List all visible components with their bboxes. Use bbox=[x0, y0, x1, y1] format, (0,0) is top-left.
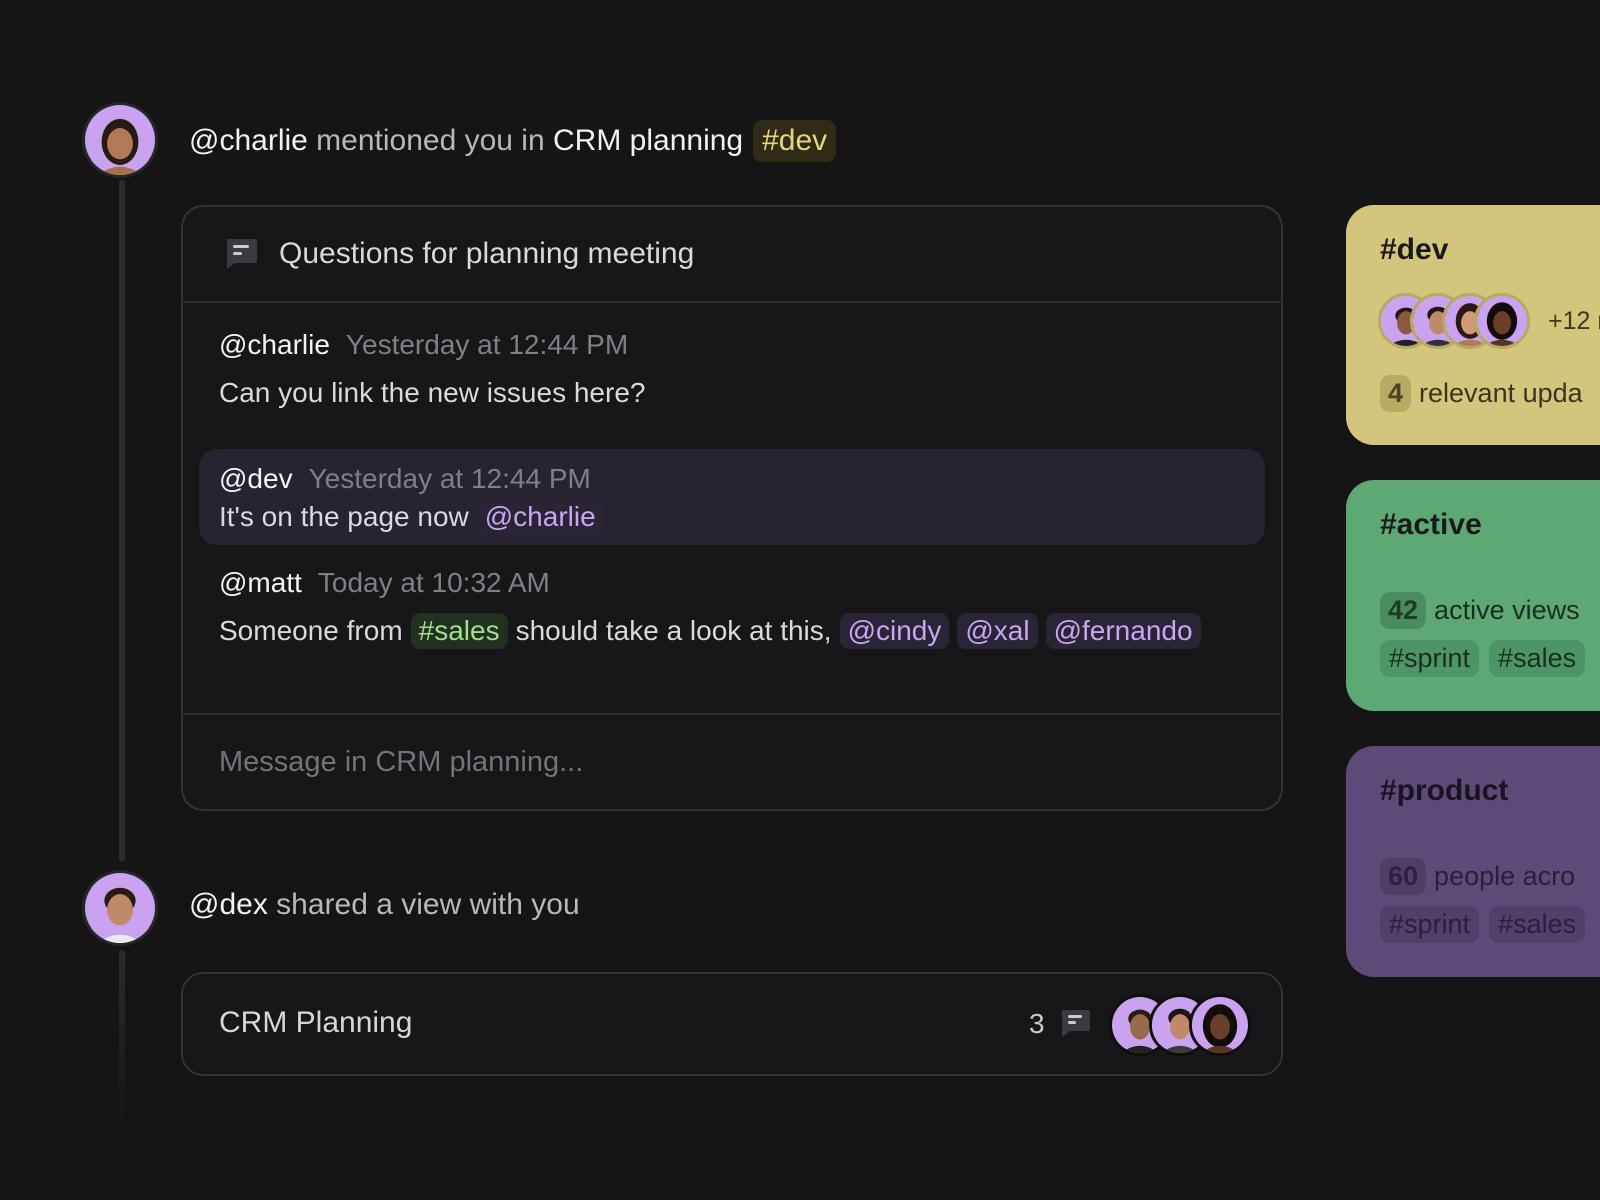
message-body-after: should take a look at this, bbox=[515, 615, 832, 646]
channel-title: #active bbox=[1380, 508, 1482, 541]
channel-title: #dev bbox=[1380, 233, 1449, 266]
message-author[interactable]: @matt bbox=[219, 567, 302, 599]
message-composer[interactable]: Message in CRM planning... bbox=[183, 713, 1281, 809]
tag-sprint[interactable]: #sprint bbox=[1380, 906, 1480, 943]
channel-title: #product bbox=[1380, 774, 1509, 807]
thread-card: Questions for planning meeting @charlie … bbox=[181, 205, 1283, 811]
message-body: It's on the page now bbox=[219, 501, 469, 532]
message-time: Yesterday at 12:44 PM bbox=[308, 463, 591, 494]
count-chip: 42 bbox=[1380, 592, 1427, 629]
message: @matt Today at 10:32 AM Someone from #sa… bbox=[219, 567, 1265, 649]
channel-card-product[interactable]: #product 60 people acro #sprint #sales bbox=[1346, 746, 1600, 977]
message-highlighted: @dev Yesterday at 12:44 PM It's on the p… bbox=[199, 449, 1265, 545]
more-members: +12 r bbox=[1548, 307, 1600, 335]
mention-fernando[interactable]: @fernando bbox=[1045, 613, 1201, 649]
mention-event-text: @charlie mentioned you in CRM planning #d… bbox=[189, 120, 837, 162]
channel-card-dev[interactable]: #dev +12 r 4 relevant upda bbox=[1346, 205, 1600, 445]
tag-dev[interactable]: #dev bbox=[753, 120, 837, 162]
timeline-line bbox=[119, 180, 125, 862]
message-time: Yesterday at 12:44 PM bbox=[345, 329, 629, 360]
tag-sales[interactable]: #sales bbox=[1489, 640, 1586, 677]
tag-sales[interactable]: #sales bbox=[1489, 906, 1586, 943]
tag-sales[interactable]: #sales bbox=[410, 613, 508, 649]
message-body-before: Someone from bbox=[219, 615, 403, 646]
count-chip: 4 bbox=[1380, 375, 1412, 412]
message-body: Can you link the new issues here? bbox=[219, 377, 646, 408]
timeline-line bbox=[119, 950, 125, 1130]
message-author[interactable]: @charlie bbox=[219, 329, 330, 361]
mention-charlie[interactable]: @charlie bbox=[476, 499, 604, 535]
message-author[interactable]: @dev bbox=[219, 463, 293, 495]
channel-card-active[interactable]: #active 42 active views #sprint #sales bbox=[1346, 480, 1600, 711]
comment-icon bbox=[1062, 1010, 1090, 1037]
composer-placeholder: Message in CRM planning... bbox=[219, 745, 584, 778]
thread-icon bbox=[227, 239, 257, 269]
shared-view-card[interactable]: CRM Planning 3 bbox=[181, 972, 1283, 1076]
event-action: mentioned you in bbox=[316, 124, 545, 157]
message: @charlie Yesterday at 12:44 PM Can you l… bbox=[219, 329, 1265, 409]
mention-xal[interactable]: @xal bbox=[957, 613, 1038, 649]
tag-sprint[interactable]: #sprint bbox=[1380, 640, 1480, 677]
count-label: active views bbox=[1434, 595, 1580, 625]
event-target[interactable]: CRM planning bbox=[553, 124, 743, 158]
count-chip: 60 bbox=[1380, 858, 1427, 895]
view-title: CRM Planning bbox=[219, 1006, 413, 1039]
message-time: Today at 10:32 AM bbox=[317, 567, 550, 598]
count-label: relevant upda bbox=[1419, 378, 1583, 408]
actor-name[interactable]: @charlie bbox=[189, 124, 308, 158]
share-event-text: @dex shared a view with you bbox=[189, 888, 580, 922]
event-action: shared a view with you bbox=[276, 888, 580, 921]
count-label: people acro bbox=[1434, 861, 1576, 891]
avatar bbox=[1189, 994, 1251, 1056]
actor-name[interactable]: @dex bbox=[189, 888, 268, 922]
thread-header[interactable]: Questions for planning meeting bbox=[183, 207, 1281, 303]
avatar[interactable] bbox=[82, 102, 158, 178]
mention-cindy[interactable]: @cindy bbox=[839, 613, 950, 649]
avatar[interactable] bbox=[82, 870, 158, 946]
avatar bbox=[1474, 293, 1530, 349]
comment-count: 3 bbox=[1029, 1008, 1045, 1039]
thread-title: Questions for planning meeting bbox=[279, 237, 695, 270]
